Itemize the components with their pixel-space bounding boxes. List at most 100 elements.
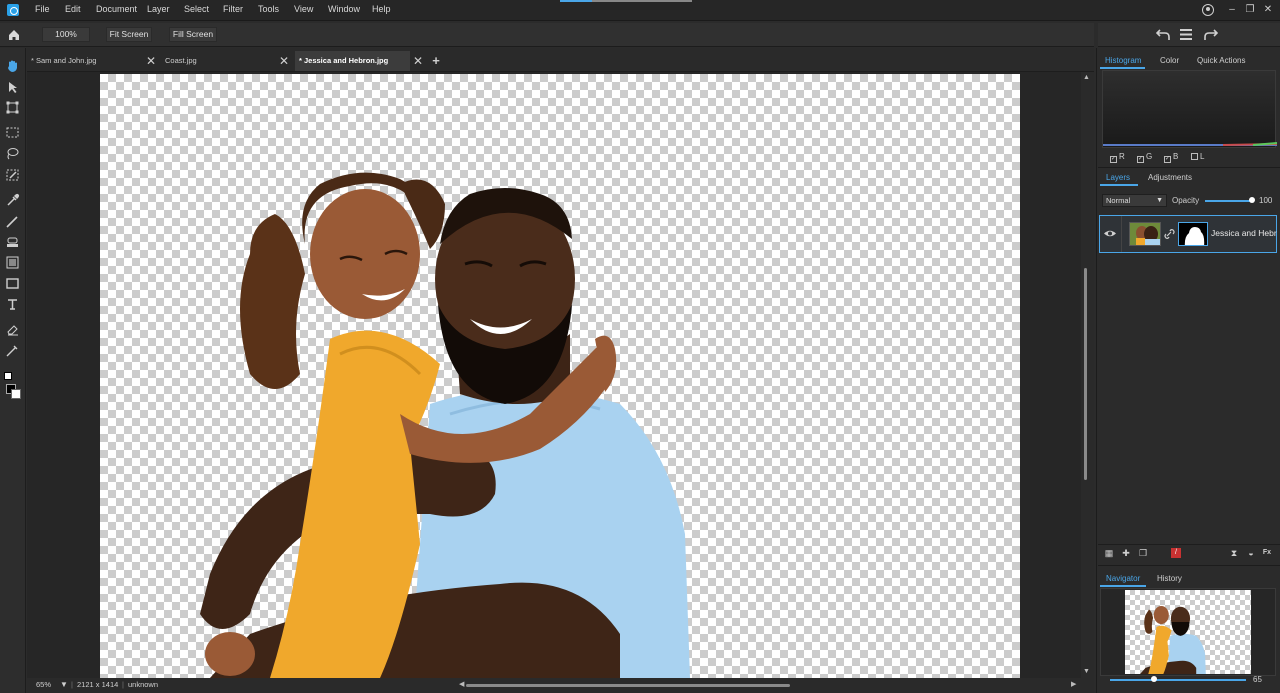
- navigator-preview[interactable]: [1125, 590, 1251, 674]
- shape-tool-icon[interactable]: [5, 276, 20, 291]
- retouch-tool-icon[interactable]: [5, 343, 20, 358]
- add-tab-button[interactable]: +: [430, 51, 442, 71]
- close-tab-icon[interactable]: ✕: [278, 51, 290, 71]
- new-group-icon[interactable]: ▦: [1104, 548, 1114, 558]
- home-icon[interactable]: [7, 28, 21, 42]
- channel-g-checkbox[interactable]: ✓ G: [1137, 152, 1152, 163]
- menu-filter[interactable]: Filter: [223, 4, 243, 14]
- marquee-tool-icon[interactable]: [5, 125, 20, 140]
- tab-sam-and-john[interactable]: * Sam and John.jpg: [27, 51, 147, 71]
- layer-mask-thumbnail[interactable]: [1178, 222, 1208, 246]
- add-layer-icon[interactable]: ✚: [1121, 548, 1131, 558]
- horizontal-scroll-thumb[interactable]: [466, 684, 790, 687]
- active-tab-indicator: [1100, 67, 1145, 69]
- opacity-label: Opacity: [1172, 196, 1200, 205]
- opacity-slider-handle[interactable]: [1249, 197, 1255, 203]
- tab-histogram[interactable]: Histogram: [1105, 56, 1141, 65]
- vertical-scroll-thumb[interactable]: [1084, 268, 1087, 480]
- quick-select-tool-icon[interactable]: [5, 167, 20, 182]
- gradient-tool-icon[interactable]: [5, 255, 20, 270]
- fit-screen-button[interactable]: Fit Screen: [106, 27, 152, 42]
- minimize-icon[interactable]: –: [1226, 4, 1238, 16]
- menu-edit[interactable]: Edit: [65, 4, 81, 14]
- close-tab-icon[interactable]: ✕: [412, 51, 424, 71]
- navigator-preview-image: [1140, 605, 1206, 674]
- redo-icon[interactable]: [1204, 28, 1218, 41]
- delete-layer-icon[interactable]: /: [1171, 548, 1181, 558]
- image-canvas[interactable]: [100, 74, 1020, 678]
- tab-color[interactable]: Color: [1160, 56, 1179, 65]
- move-tool-icon[interactable]: [5, 80, 20, 95]
- navigator-zoom-slider[interactable]: [1110, 679, 1246, 681]
- lasso-tool-icon[interactable]: [5, 146, 20, 161]
- tab-history[interactable]: History: [1157, 574, 1182, 583]
- restore-icon[interactable]: ❐: [1244, 4, 1256, 16]
- app-logo-icon: [7, 4, 19, 16]
- histogram-graph: [1102, 70, 1278, 148]
- history-controls: [1098, 23, 1280, 47]
- stamp-tool-icon[interactable]: [5, 235, 20, 250]
- tab-quick-actions[interactable]: Quick Actions: [1197, 56, 1245, 65]
- status-separator: |: [71, 680, 73, 689]
- history-menu-icon[interactable]: [1180, 29, 1192, 40]
- menu-select[interactable]: Select: [184, 4, 209, 14]
- channel-b-checkbox[interactable]: ✓ B: [1164, 152, 1178, 163]
- account-icon[interactable]: [1202, 4, 1214, 16]
- menu-file[interactable]: File: [35, 4, 50, 14]
- close-tab-icon[interactable]: ✕: [145, 51, 157, 71]
- fill-screen-button[interactable]: Fill Screen: [169, 27, 217, 42]
- channel-r-checkbox[interactable]: ✓ R: [1110, 152, 1125, 163]
- text-tool-icon[interactable]: [5, 297, 20, 312]
- tab-coast[interactable]: Coast.jpg: [161, 51, 281, 71]
- menu-view[interactable]: View: [294, 4, 313, 14]
- menu-window[interactable]: Window: [328, 4, 360, 14]
- hand-tool-icon[interactable]: [5, 58, 20, 73]
- tab-navigator[interactable]: Navigator: [1106, 574, 1140, 583]
- menu-help[interactable]: Help: [372, 4, 391, 14]
- panel-divider: [1098, 167, 1280, 168]
- blend-mode-select[interactable]: Normal ▼: [1102, 194, 1167, 207]
- zoom-dropdown-icon[interactable]: ▼: [60, 680, 68, 689]
- eye-icon[interactable]: [1104, 229, 1116, 238]
- tab-jessica-and-hebron[interactable]: * Jessica and Hebron.jpg: [295, 51, 410, 71]
- navigator-zoom-value[interactable]: 65: [1253, 675, 1262, 684]
- tab-adjustments[interactable]: Adjustments: [1148, 173, 1192, 182]
- menu-tools[interactable]: Tools: [258, 4, 279, 14]
- menu-document[interactable]: Document: [96, 4, 137, 14]
- histogram-plot: [1103, 142, 1278, 146]
- transform-tool-icon[interactable]: [5, 100, 20, 115]
- opacity-slider[interactable]: [1205, 200, 1253, 202]
- tab-layers[interactable]: Layers: [1106, 173, 1130, 182]
- scroll-right-icon[interactable]: ▶: [1071, 680, 1076, 688]
- opacity-value[interactable]: 100: [1259, 196, 1272, 205]
- vertical-scrollbar[interactable]: ▲ ▼: [1081, 72, 1094, 678]
- background-color-swatch[interactable]: [11, 389, 21, 399]
- scroll-left-icon[interactable]: ◀: [459, 680, 464, 688]
- merge-icon[interactable]: ⧗: [1229, 548, 1239, 558]
- brush-tool-icon[interactable]: [5, 214, 20, 229]
- effects-icon[interactable]: Fx: [1262, 548, 1272, 558]
- eyedropper-tool-icon[interactable]: [5, 193, 20, 208]
- layer-name[interactable]: Jessica and Hebron: [1211, 228, 1277, 238]
- channel-l-checkbox[interactable]: L: [1191, 152, 1204, 161]
- active-tab-indicator: [1100, 184, 1138, 186]
- zoom-level[interactable]: 65%: [36, 680, 51, 689]
- scroll-up-icon[interactable]: ▲: [1083, 74, 1091, 82]
- zoom-100-button[interactable]: 100%: [42, 27, 90, 42]
- swap-colors-icon[interactable]: [4, 372, 12, 380]
- eraser-tool-icon[interactable]: [5, 322, 20, 337]
- status-separator: |: [122, 680, 124, 689]
- close-icon[interactable]: ✕: [1262, 4, 1274, 16]
- layer-thumbnail-image: [1130, 223, 1160, 245]
- panel-divider: [1098, 565, 1280, 566]
- document-tabs: * Sam and John.jpg ✕ Coast.jpg ✕ * Jessi…: [27, 48, 1094, 72]
- navigator-zoom-handle[interactable]: [1151, 676, 1157, 682]
- layer-thumbnail[interactable]: [1129, 222, 1161, 246]
- mask-icon[interactable]: ◒: [1246, 548, 1256, 558]
- active-tab-indicator: [1100, 585, 1146, 587]
- duplicate-layer-icon[interactable]: ❐: [1138, 548, 1148, 558]
- scroll-down-icon[interactable]: ▼: [1083, 668, 1091, 676]
- link-icon[interactable]: [1164, 229, 1175, 239]
- menu-layer[interactable]: Layer: [147, 4, 170, 14]
- undo-icon[interactable]: [1156, 28, 1170, 41]
